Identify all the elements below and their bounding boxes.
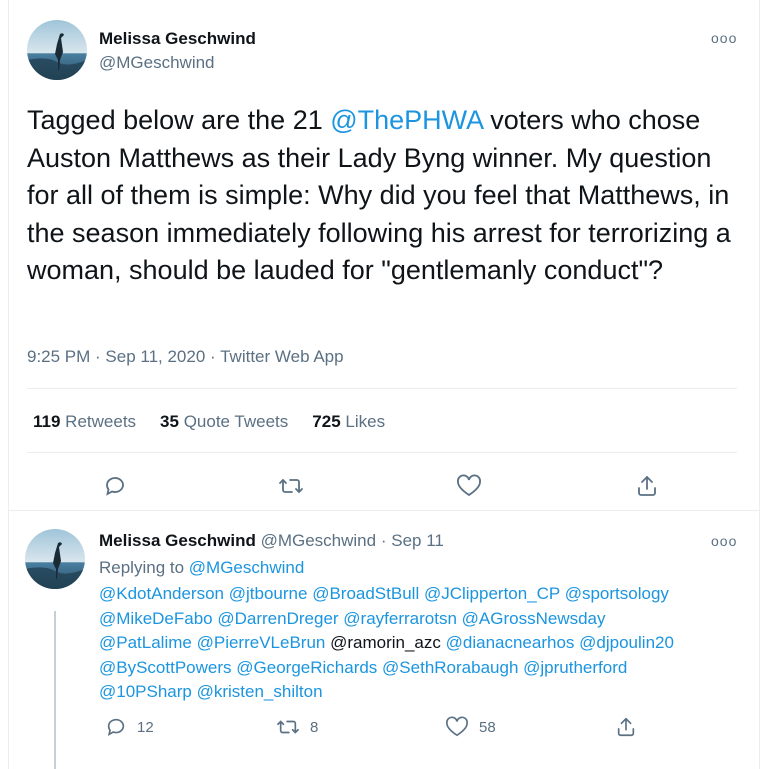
quotes-label: Quote Tweets [183, 412, 289, 431]
mention-link[interactable]: @sportsology [565, 584, 669, 603]
replying-to: Replying to @MGeschwind [99, 558, 304, 578]
quotes-stat[interactable]: 35 Quote Tweets [160, 412, 288, 432]
mention-link[interactable]: @djpoulin20 [579, 633, 674, 652]
mention-link[interactable]: @MikeDeFabo [99, 609, 213, 628]
heart-icon [457, 474, 481, 497]
mention-link[interactable]: @PierreVLeBrun [197, 633, 326, 652]
reply-icon [106, 477, 124, 496]
reply-date[interactable]: Sep 11 [391, 531, 444, 550]
mentions-line: @MikeDeFabo @DarrenDreger @rayferrarotsn… [99, 607, 739, 632]
mention-link[interactable]: @JClipperton_CP [424, 584, 560, 603]
tweet-text: Tagged below are the 21 @ThePHWA voters … [27, 102, 743, 290]
mention-link[interactable]: @ByScottPowers [99, 658, 232, 677]
reply-header: Melissa Geschwind @MGeschwind · Sep 11 [99, 531, 444, 551]
mention-link[interactable]: @KdotAnderson [99, 584, 224, 603]
retweet-count: 8 [310, 718, 319, 736]
reply-share-button[interactable] [615, 716, 637, 738]
tweet-stats: 119 Retweets 35 Quote Tweets 725 Likes [33, 412, 385, 432]
separator: · [380, 531, 387, 550]
likes-count: 725 [312, 412, 341, 431]
reply-author-handle[interactable]: @MGeschwind [261, 531, 377, 550]
reply-more-options-icon[interactable]: ooo [711, 533, 737, 549]
mention-link[interactable]: @kristen_shilton [197, 682, 323, 701]
reply-reply-button[interactable]: 12 [105, 716, 154, 738]
author-avatar[interactable] [27, 20, 87, 80]
mention-link[interactable]: @GeorgeRichards [236, 658, 377, 677]
mention-link[interactable]: @10PSharp [99, 682, 192, 701]
retweets-label: Retweets [65, 412, 137, 431]
tweet-actions [9, 466, 759, 506]
mention-link[interactable]: @PatLalime [99, 633, 192, 652]
quotes-count: 35 [160, 412, 179, 431]
main-tweet: Melissa Geschwind @MGeschwind ooo Tagged… [9, 0, 759, 511]
retweet-icon [279, 479, 303, 493]
mention-link[interactable]: @rayferrarotsn [343, 609, 457, 628]
author-name[interactable]: Melissa Geschwind [99, 29, 256, 49]
retweet-icon [277, 720, 299, 734]
author-handle[interactable]: @MGeschwind [99, 53, 215, 73]
mention-link[interactable]: @DarrenDreger [217, 609, 338, 628]
reply-retweet-button[interactable]: 8 [276, 716, 318, 738]
likes-stat[interactable]: 725 Likes [312, 412, 385, 432]
divider [27, 452, 737, 453]
share-button[interactable] [627, 466, 667, 506]
tweet-timestamp[interactable]: 9:25 PM · Sep 11, 2020 · Twitter Web App [27, 347, 344, 367]
mention-link[interactable]: @jprutherford [523, 658, 627, 677]
mention-link[interactable]: @BroadStBull [312, 584, 419, 603]
plain-mention-text: @ramorin_azc [330, 633, 441, 652]
reply-author-name[interactable]: Melissa Geschwind [99, 531, 256, 550]
reply-text: @KdotAnderson @jtbourne @BroadStBull @JC… [99, 582, 739, 705]
retweets-count: 119 [33, 412, 61, 431]
like-button[interactable] [449, 466, 489, 506]
tweet-text-part1: Tagged below are the 21 [27, 105, 331, 135]
share-icon [617, 717, 635, 737]
replying-label: Replying to [99, 558, 189, 577]
retweet-button[interactable] [271, 466, 311, 506]
reply-author-avatar[interactable] [25, 529, 85, 589]
tweet-frame: Melissa Geschwind @MGeschwind ooo Tagged… [8, 0, 760, 769]
mention-link[interactable]: @ThePHWA [330, 105, 482, 135]
mention-link[interactable]: @dianacnearhos [446, 633, 575, 652]
mentions-line: @PatLalime @PierreVLeBrun @ramorin_azc @… [99, 631, 739, 656]
mention-link[interactable]: @SethRorabaugh [382, 658, 518, 677]
likes-label: Likes [345, 412, 386, 431]
reply-like-button[interactable]: 58 [445, 716, 496, 738]
more-options-icon[interactable]: ooo [711, 30, 737, 46]
reply-count: 12 [137, 718, 154, 736]
share-icon [638, 476, 656, 496]
mentions-line: @ByScottPowers @GeorgeRichards @SethRora… [99, 656, 739, 681]
reply-tweet[interactable]: Melissa Geschwind @MGeschwind · Sep 11 o… [9, 511, 759, 769]
replying-handle[interactable]: @MGeschwind [189, 558, 305, 577]
heart-icon [446, 716, 468, 737]
mentions-line: @KdotAnderson @jtbourne @BroadStBull @JC… [99, 582, 739, 607]
mention-link[interactable]: @AGrossNewsday [462, 609, 606, 628]
mentions-line: @10PSharp @kristen_shilton [99, 680, 739, 705]
reply-button[interactable] [95, 466, 135, 506]
reply-icon [107, 718, 125, 736]
retweets-stat[interactable]: 119 Retweets [33, 412, 136, 432]
reply-actions: 12 8 58 [93, 716, 653, 746]
divider [27, 388, 737, 389]
mention-link[interactable]: @jtbourne [229, 584, 308, 603]
like-count: 58 [479, 718, 496, 736]
thread-line [54, 611, 56, 769]
